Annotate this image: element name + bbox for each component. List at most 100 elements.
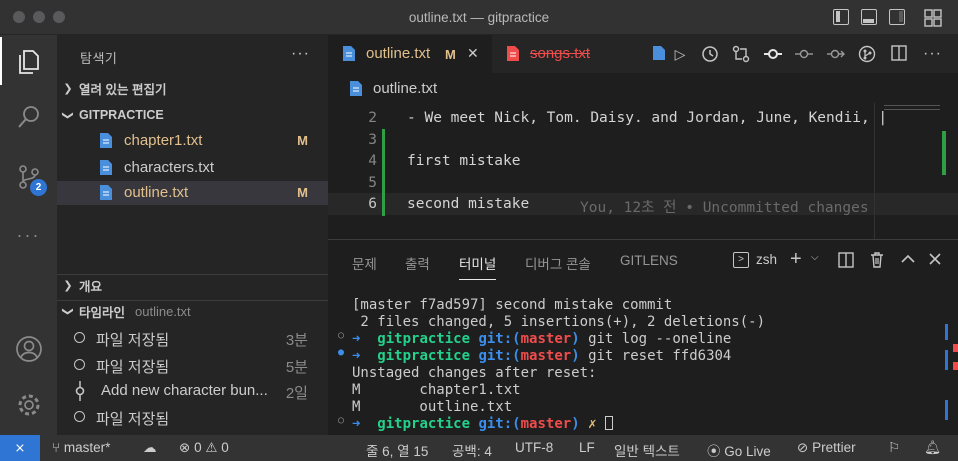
run-icon[interactable]: ▷ <box>671 45 689 63</box>
maximize-panel-icon[interactable] <box>901 253 915 265</box>
file-history-icon[interactable] <box>701 45 719 63</box>
split-editor-icon[interactable] <box>890 45 908 63</box>
terminal-line: M outline.txt <box>352 399 513 415</box>
code-line: 2 - We meet Nick, Tom. Daisy. and Jordan… <box>328 107 958 129</box>
terminal-line: 2 files changed, 5 insertions(+), 2 dele… <box>352 314 766 330</box>
more-views-icon[interactable]: ··· <box>0 211 57 259</box>
folder-section[interactable]: ❯ GITPRACTICE <box>57 104 328 126</box>
tab-outline[interactable]: outline.txt M ✕ <box>328 35 492 73</box>
code-line: 3 <box>328 129 958 151</box>
tab-terminal[interactable]: 터미널 <box>459 253 497 280</box>
previous-revision-icon[interactable] <box>795 45 813 63</box>
end-of-line[interactable]: LF <box>579 440 595 455</box>
file-name: chapter1.txt <box>124 132 203 149</box>
tab-output[interactable]: 출력 <box>405 253 430 273</box>
scrollbar-error-marker <box>953 344 958 352</box>
commit-details-icon[interactable] <box>764 45 782 63</box>
source-control-icon[interactable]: 2 <box>0 153 57 201</box>
manage-gear-icon[interactable] <box>0 381 57 429</box>
terminal-line: M chapter1.txt <box>352 382 521 398</box>
next-revision-icon[interactable] <box>827 45 845 63</box>
folder-label: GITPRACTICE <box>79 108 164 122</box>
split-terminal-icon[interactable] <box>838 252 854 268</box>
toggle-panel-icon[interactable] <box>861 9 877 25</box>
timeline-time: 2일 <box>285 385 308 402</box>
sidebar-more-button[interactable]: ··· <box>291 45 310 63</box>
language-mode[interactable]: 일반 텍스트 <box>614 440 680 460</box>
chevron-down-icon[interactable]: ⌵ <box>811 252 819 263</box>
decoration-dot-icon: ● <box>338 347 345 358</box>
close-panel-icon[interactable] <box>928 252 942 266</box>
encoding[interactable]: UTF-8 <box>515 440 553 455</box>
file-name: characters.txt <box>124 159 215 176</box>
minimap-line <box>884 109 940 110</box>
prompt-git: git:( <box>478 416 521 432</box>
cursor-position[interactable]: 줄 6, 열 15 <box>366 440 428 460</box>
error-icon: ⊗ <box>179 440 191 455</box>
prompt-arrow-icon: ➜ <box>352 348 378 364</box>
toggle-sidebar-icon[interactable] <box>833 9 849 25</box>
open-editors-section[interactable]: ❯ 열려 있는 편집기 <box>57 77 328 99</box>
breadcrumb-file[interactable]: outline.txt <box>373 80 437 97</box>
timeline-item[interactable]: Add new character bun... 2일 <box>57 378 328 404</box>
file-item-chapter1[interactable]: chapter1.txt M <box>57 129 328 153</box>
prompt-dir: gitpractice <box>377 348 471 364</box>
file-item-characters[interactable]: characters.txt <box>57 156 328 180</box>
prompt-branch: master <box>520 416 572 432</box>
accounts-icon[interactable] <box>0 325 57 373</box>
timeline-item[interactable]: 파일 저장됨 5분 <box>57 352 328 378</box>
terminal-output[interactable]: [master f7ad597] second mistake commit 2… <box>328 296 948 436</box>
line-text: - We meet Nick, Tom. Daisy. and Jordan, … <box>407 110 888 126</box>
prompt-close: ) <box>571 416 580 432</box>
terminal-prompt-line: ○ ➜ gitpractice git:(master) git log --on… <box>338 330 731 348</box>
indentation[interactable]: 공백: 4 <box>452 440 492 460</box>
tab-gitlens[interactable]: GITLENS <box>620 253 678 268</box>
open-editors-label: 열려 있는 편집기 <box>79 82 167 97</box>
branch-item[interactable]: ⑂ master* <box>52 440 110 455</box>
scm-badge: 2 <box>30 179 47 196</box>
tab-close-icon[interactable]: ✕ <box>467 45 479 62</box>
tab-songs[interactable]: songs.txt <box>492 35 614 73</box>
prettier-button[interactable]: ⊘ Prettier <box>797 440 856 456</box>
file-icon <box>350 81 362 96</box>
chevron-down-icon: ❯ <box>61 110 74 120</box>
timeline-section-label: 타임라인 <box>79 306 126 320</box>
shell-name[interactable]: zsh <box>756 252 777 267</box>
notifications-bell-icon[interactable]: 🔔︎ <box>924 440 941 456</box>
open-preview-icon[interactable] <box>650 45 668 63</box>
timeline-label: 파일 저장됨 <box>96 359 170 376</box>
error-count: 0 <box>194 440 202 455</box>
scrollbar-change-marker <box>942 131 946 175</box>
code-editor[interactable]: 2 - We meet Nick, Tom. Daisy. and Jordan… <box>328 103 958 239</box>
explorer-sidebar: 탐색기 ··· ❯ 열려 있는 편집기 ❯ GITPRACTICE chapte… <box>57 35 328 435</box>
timeline-section[interactable]: ❯ 타임라인 outline.txt <box>57 300 328 322</box>
line-number: 3 <box>368 132 377 148</box>
trash-icon[interactable] <box>869 251 885 268</box>
new-terminal-icon[interactable]: + <box>790 248 802 271</box>
tab-debug-console[interactable]: 디버그 콘솔 <box>525 253 591 273</box>
compare-changes-icon[interactable] <box>732 45 750 63</box>
breadcrumb: outline.txt <box>328 73 958 103</box>
search-icon[interactable] <box>0 93 57 141</box>
toggle-secondary-sidebar-icon[interactable] <box>889 9 905 25</box>
file-item-outline[interactable]: outline.txt M <box>57 181 328 205</box>
scrollbar-marker <box>945 350 948 370</box>
editor-more-icon[interactable]: ··· <box>923 45 941 63</box>
sync-icon[interactable]: ☁ <box>143 440 157 456</box>
customize-layout-icon[interactable] <box>924 9 942 27</box>
scrollbar-error-marker <box>953 362 958 370</box>
tab-problems[interactable]: 문제 <box>352 253 377 273</box>
timeline-time: 3분 <box>285 332 308 349</box>
outline-section[interactable]: ❯ 개요 <box>57 274 328 296</box>
explorer-icon[interactable] <box>0 37 57 85</box>
feedback-icon[interactable]: ⚐ <box>888 440 900 456</box>
remote-icon[interactable]: ⨯ <box>0 435 40 461</box>
line-number: 6 <box>368 196 377 212</box>
problems-item[interactable]: ⊗ 0 ⚠ 0 <box>179 440 229 456</box>
timeline-item[interactable]: 파일 저장됨 <box>57 404 328 430</box>
file-icon <box>507 46 519 61</box>
dirty-marker: ✗ <box>588 416 597 432</box>
timeline-item[interactable]: 파일 저장됨 3분 <box>57 325 328 351</box>
go-live-button[interactable]: ⦿ Go Live <box>707 440 771 460</box>
gitlens-inspect-icon[interactable] <box>858 45 876 63</box>
